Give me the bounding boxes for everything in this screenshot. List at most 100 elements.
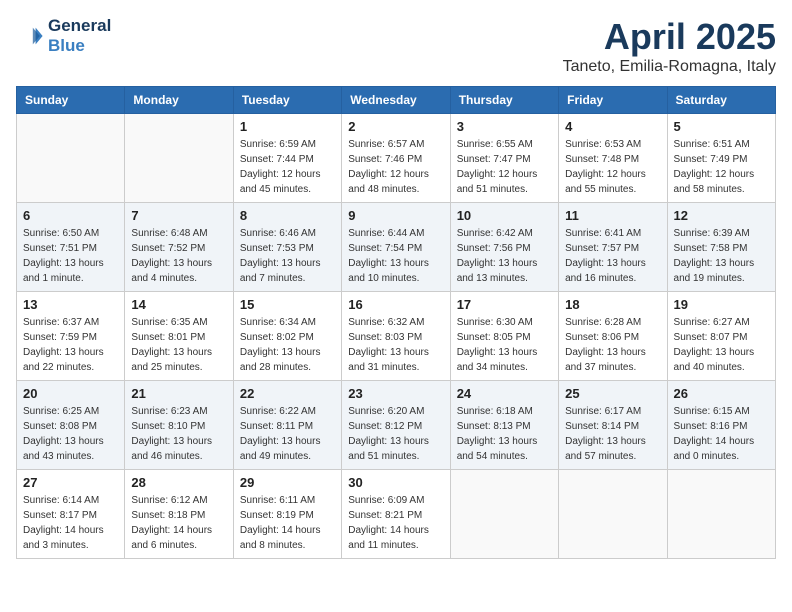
day-info: Sunrise: 6:51 AM Sunset: 7:49 PM Dayligh…: [674, 137, 769, 197]
calendar-day-19: 19 Sunrise: 6:27 AM Sunset: 8:07 PM Dayli…: [667, 292, 775, 381]
day-number: 10: [457, 208, 552, 223]
day-number: 11: [565, 208, 660, 223]
day-info: Sunrise: 6:25 AM Sunset: 8:08 PM Dayligh…: [23, 404, 118, 464]
month-title: April 2025: [563, 16, 776, 58]
weekday-header-thursday: Thursday: [450, 87, 558, 114]
day-number: 19: [674, 297, 769, 312]
day-number: 1: [240, 119, 335, 134]
day-info: Sunrise: 6:32 AM Sunset: 8:03 PM Dayligh…: [348, 315, 443, 375]
day-info: Sunrise: 6:18 AM Sunset: 8:13 PM Dayligh…: [457, 404, 552, 464]
day-number: 9: [348, 208, 443, 223]
day-info: Sunrise: 6:23 AM Sunset: 8:10 PM Dayligh…: [131, 404, 226, 464]
calendar-empty-cell: [667, 470, 775, 559]
calendar-day-21: 21Sunrise: 6:23 AM Sunset: 8:10 PM Dayli…: [125, 381, 233, 470]
day-info: Sunrise: 6:28 AM Sunset: 8:06 PM Dayligh…: [565, 315, 660, 375]
day-number: 12: [674, 208, 769, 223]
calendar-week-row: 6 Sunrise: 6:50 AM Sunset: 7:51 PM Daylig…: [17, 203, 776, 292]
day-info: Sunrise: 6:35 AM Sunset: 8:01 PM Dayligh…: [131, 315, 226, 375]
day-info: Sunrise: 6:17 AM Sunset: 8:14 PM Dayligh…: [565, 404, 660, 464]
day-number: 6: [23, 208, 118, 223]
day-info: Sunrise: 6:48 AM Sunset: 7:52 PM Dayligh…: [131, 226, 226, 286]
logo: General Blue: [16, 16, 111, 56]
calendar-day-9: 9 Sunrise: 6:44 AM Sunset: 7:54 PM Daylig…: [342, 203, 450, 292]
day-number: 20: [23, 386, 118, 401]
day-info: Sunrise: 6:50 AM Sunset: 7:51 PM Dayligh…: [23, 226, 118, 286]
day-info: Sunrise: 6:53 AM Sunset: 7:48 PM Dayligh…: [565, 137, 660, 197]
day-number: 17: [457, 297, 552, 312]
day-info: Sunrise: 6:59 AM Sunset: 7:44 PM Dayligh…: [240, 137, 335, 197]
calendar-day-5: 5 Sunrise: 6:51 AM Sunset: 7:49 PM Daylig…: [667, 114, 775, 203]
day-number: 22: [240, 386, 335, 401]
day-number: 7: [131, 208, 226, 223]
logo-icon: [16, 22, 44, 50]
day-info: Sunrise: 6:37 AM Sunset: 7:59 PM Dayligh…: [23, 315, 118, 375]
day-number: 16: [348, 297, 443, 312]
calendar-day-2: 2Sunrise: 6:57 AM Sunset: 7:46 PM Daylig…: [342, 114, 450, 203]
day-number: 28: [131, 475, 226, 490]
calendar-day-23: 23 Sunrise: 6:20 AM Sunset: 8:12 PM Dayli…: [342, 381, 450, 470]
weekday-header-tuesday: Tuesday: [233, 87, 341, 114]
day-info: Sunrise: 6:09 AM Sunset: 8:21 PM Dayligh…: [348, 493, 443, 553]
day-number: 26: [674, 386, 769, 401]
day-info: Sunrise: 6:20 AM Sunset: 8:12 PM Dayligh…: [348, 404, 443, 464]
calendar-day-29: 29 Sunrise: 6:11 AM Sunset: 8:19 PM Dayli…: [233, 470, 341, 559]
day-info: Sunrise: 6:34 AM Sunset: 8:02 PM Dayligh…: [240, 315, 335, 375]
day-info: Sunrise: 6:14 AM Sunset: 8:17 PM Dayligh…: [23, 493, 118, 553]
day-info: Sunrise: 6:42 AM Sunset: 7:56 PM Dayligh…: [457, 226, 552, 286]
title-area: April 2025 Taneto, Emilia-Romagna, Italy: [563, 16, 776, 76]
calendar-empty-cell: [450, 470, 558, 559]
calendar-day-6: 6 Sunrise: 6:50 AM Sunset: 7:51 PM Daylig…: [17, 203, 125, 292]
day-info: Sunrise: 6:22 AM Sunset: 8:11 PM Dayligh…: [240, 404, 335, 464]
day-info: Sunrise: 6:12 AM Sunset: 8:18 PM Dayligh…: [131, 493, 226, 553]
calendar-day-15: 15 Sunrise: 6:34 AM Sunset: 8:02 PM Dayli…: [233, 292, 341, 381]
day-info: Sunrise: 6:41 AM Sunset: 7:57 PM Dayligh…: [565, 226, 660, 286]
calendar-day-25: 25Sunrise: 6:17 AM Sunset: 8:14 PM Dayli…: [559, 381, 667, 470]
calendar-week-row: 27Sunrise: 6:14 AM Sunset: 8:17 PM Dayli…: [17, 470, 776, 559]
day-number: 15: [240, 297, 335, 312]
calendar-day-8: 8 Sunrise: 6:46 AM Sunset: 7:53 PM Daylig…: [233, 203, 341, 292]
calendar-week-row: 20 Sunrise: 6:25 AM Sunset: 8:08 PM Dayli…: [17, 381, 776, 470]
day-number: 14: [131, 297, 226, 312]
weekday-header-saturday: Saturday: [667, 87, 775, 114]
day-number: 2: [348, 119, 443, 134]
calendar-day-13: 13Sunrise: 6:37 AM Sunset: 7:59 PM Dayli…: [17, 292, 125, 381]
calendar-day-10: 10 Sunrise: 6:42 AM Sunset: 7:56 PM Dayli…: [450, 203, 558, 292]
calendar-header-row: SundayMondayTuesdayWednesdayThursdayFrid…: [17, 87, 776, 114]
day-info: Sunrise: 6:46 AM Sunset: 7:53 PM Dayligh…: [240, 226, 335, 286]
calendar-day-16: 16 Sunrise: 6:32 AM Sunset: 8:03 PM Dayli…: [342, 292, 450, 381]
weekday-header-sunday: Sunday: [17, 87, 125, 114]
calendar-empty-cell: [559, 470, 667, 559]
weekday-header-wednesday: Wednesday: [342, 87, 450, 114]
calendar-day-1: 1 Sunrise: 6:59 AM Sunset: 7:44 PM Daylig…: [233, 114, 341, 203]
day-number: 5: [674, 119, 769, 134]
calendar-day-30: 30 Sunrise: 6:09 AM Sunset: 8:21 PM Dayli…: [342, 470, 450, 559]
day-number: 30: [348, 475, 443, 490]
day-number: 29: [240, 475, 335, 490]
calendar-week-row: 1 Sunrise: 6:59 AM Sunset: 7:44 PM Daylig…: [17, 114, 776, 203]
day-info: Sunrise: 6:15 AM Sunset: 8:16 PM Dayligh…: [674, 404, 769, 464]
calendar-day-14: 14 Sunrise: 6:35 AM Sunset: 8:01 PM Dayli…: [125, 292, 233, 381]
calendar-day-24: 24 Sunrise: 6:18 AM Sunset: 8:13 PM Dayli…: [450, 381, 558, 470]
weekday-header-monday: Monday: [125, 87, 233, 114]
calendar-day-20: 20 Sunrise: 6:25 AM Sunset: 8:08 PM Dayli…: [17, 381, 125, 470]
calendar-table: SundayMondayTuesdayWednesdayThursdayFrid…: [16, 86, 776, 559]
calendar-day-18: 18Sunrise: 6:28 AM Sunset: 8:06 PM Dayli…: [559, 292, 667, 381]
day-info: Sunrise: 6:30 AM Sunset: 8:05 PM Dayligh…: [457, 315, 552, 375]
calendar-day-27: 27Sunrise: 6:14 AM Sunset: 8:17 PM Dayli…: [17, 470, 125, 559]
calendar-day-12: 12Sunrise: 6:39 AM Sunset: 7:58 PM Dayli…: [667, 203, 775, 292]
calendar-day-22: 22 Sunrise: 6:22 AM Sunset: 8:11 PM Dayli…: [233, 381, 341, 470]
page-header: General Blue April 2025 Taneto, Emilia-R…: [16, 16, 776, 76]
calendar-day-3: 3Sunrise: 6:55 AM Sunset: 7:47 PM Daylig…: [450, 114, 558, 203]
day-number: 8: [240, 208, 335, 223]
day-info: Sunrise: 6:11 AM Sunset: 8:19 PM Dayligh…: [240, 493, 335, 553]
calendar-day-7: 7 Sunrise: 6:48 AM Sunset: 7:52 PM Daylig…: [125, 203, 233, 292]
day-number: 23: [348, 386, 443, 401]
calendar-day-4: 4Sunrise: 6:53 AM Sunset: 7:48 PM Daylig…: [559, 114, 667, 203]
day-info: Sunrise: 6:27 AM Sunset: 8:07 PM Dayligh…: [674, 315, 769, 375]
day-info: Sunrise: 6:44 AM Sunset: 7:54 PM Dayligh…: [348, 226, 443, 286]
calendar-day-17: 17 Sunrise: 6:30 AM Sunset: 8:05 PM Dayli…: [450, 292, 558, 381]
calendar-empty-cell: [125, 114, 233, 203]
weekday-header-friday: Friday: [559, 87, 667, 114]
day-info: Sunrise: 6:55 AM Sunset: 7:47 PM Dayligh…: [457, 137, 552, 197]
day-number: 24: [457, 386, 552, 401]
